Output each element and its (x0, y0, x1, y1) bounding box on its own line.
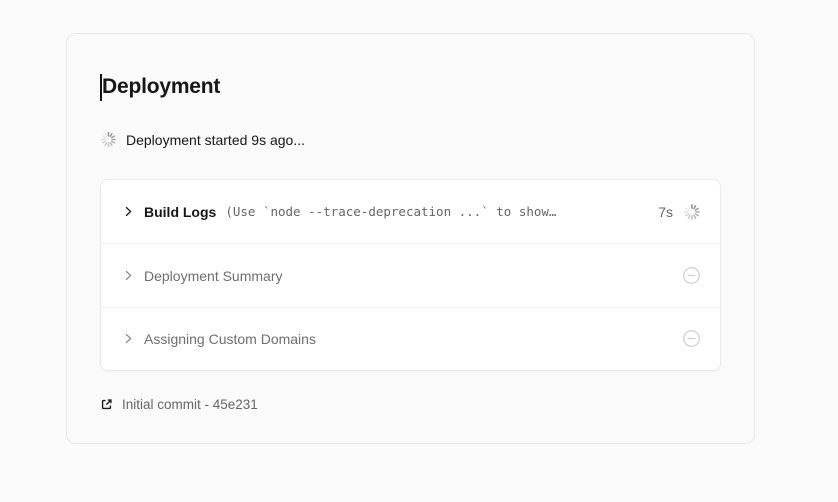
spinner-icon (100, 131, 117, 148)
page-title: Deployment (102, 74, 220, 100)
deployment-steps-list: Build Logs (Use `node --trace-deprecatio… (100, 179, 721, 371)
accordion-row-label: Assigning Custom Domains (144, 331, 316, 347)
accordion-row-deployment-summary[interactable]: Deployment Summary (101, 243, 720, 306)
step-duration: 7s (658, 204, 673, 220)
commit-link[interactable]: Initial commit - 45e231 (100, 397, 258, 412)
minus-circle-icon (682, 266, 701, 285)
accordion-row-build-logs[interactable]: Build Logs (Use `node --trace-deprecatio… (101, 180, 720, 243)
deployment-card: Deployment Deploym (66, 33, 755, 444)
deployment-status: Deployment started 9s ago... (100, 131, 305, 148)
accordion-row-assigning-custom-domains[interactable]: Assigning Custom Domains (101, 307, 720, 370)
accordion-row-label: Deployment Summary (144, 268, 283, 284)
build-log-preview: (Use `node --trace-deprecation ...` to s… (225, 204, 646, 219)
status-text: Deployment started 9s ago... (126, 132, 305, 148)
commit-link-text: Initial commit - 45e231 (122, 397, 258, 412)
chevron-right-icon[interactable] (122, 269, 135, 282)
minus-circle-icon (682, 329, 701, 348)
chevron-right-icon[interactable] (122, 332, 135, 345)
chevron-right-icon[interactable] (122, 205, 135, 218)
accordion-row-label: Build Logs (144, 204, 216, 220)
external-link-icon (100, 398, 113, 411)
spinner-icon (683, 203, 701, 221)
